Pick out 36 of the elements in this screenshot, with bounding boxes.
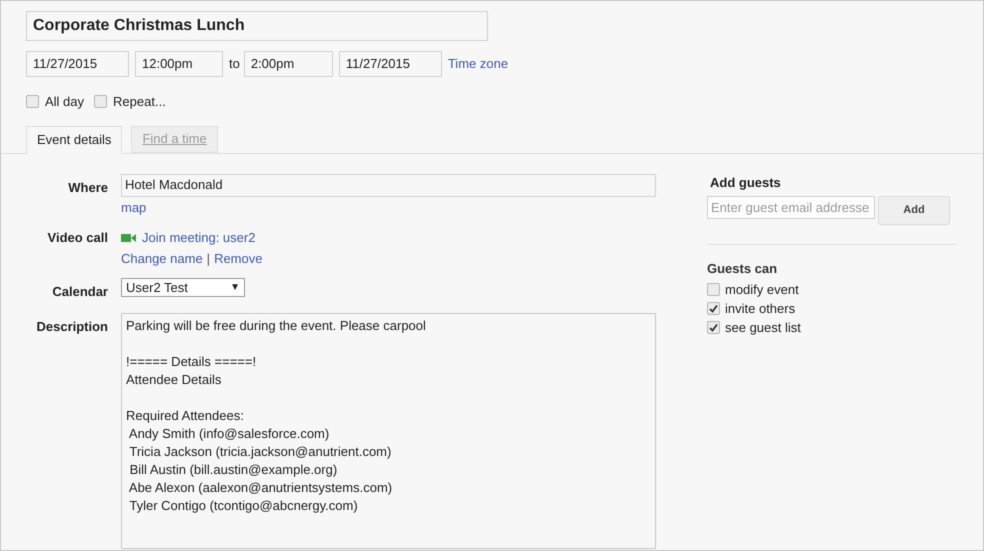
- field-label: Where: [67, 178, 108, 196]
- end-time-field[interactable]: 2:00pm: [244, 51, 333, 77]
- checkbox-label: Repeat...: [113, 93, 166, 111]
- description-field[interactable]: Parking will be free during the event. Please carpool !===== Details =====! Attendee Details Required Attendees: Andy Smith (info@salesforce.com) Tricia Jackson (tricia.jackson@anutrient.com) Bill Austin (bill.austin@example.org) Abe Alexon (aalexon@anutrientsystems.com) Tyler Contigo (tcontigo@abcnergy.com): [121, 312, 656, 548]
- checkbox[interactable]: [94, 95, 108, 108]
- checkbox[interactable]: [707, 321, 720, 334]
- checkbox[interactable]: [26, 95, 39, 108]
- start-date-field[interactable]: 11/27/2015: [26, 51, 129, 77]
- to-label: to: [229, 55, 240, 74]
- checkbox[interactable]: [707, 302, 720, 315]
- checkbox-label: invite others: [725, 300, 796, 318]
- checkbox[interactable]: [707, 283, 720, 296]
- checkbox-label: see guest list: [725, 318, 801, 337]
- video-camera-icon: [121, 232, 136, 243]
- title-field[interactable]: Corporate Christmas Lunch: [26, 11, 488, 41]
- join-meeting-link[interactable]: Join meeting: user2: [142, 228, 256, 248]
- remove-link[interactable]: Remove: [214, 248, 262, 268]
- checkbox-label: modify event: [725, 280, 799, 299]
- where-field[interactable]: Hotel Macdonald: [121, 174, 656, 196]
- end-date-field[interactable]: 11/27/2015: [338, 51, 442, 77]
- field-label: Video call: [46, 229, 108, 247]
- link-separator: |: [206, 250, 210, 268]
- caret-icon: ▼: [230, 280, 240, 295]
- add-button[interactable]: Add: [878, 196, 950, 225]
- section-title: Guests can: [707, 260, 778, 278]
- guest-email-field[interactable]: Enter guest email addresse: [707, 196, 875, 219]
- tab[interactable]: Event details: [26, 126, 122, 154]
- map-link[interactable]: map: [121, 198, 681, 217]
- calendar-dropdown[interactable]: User2 Test ▼: [121, 278, 245, 297]
- checkbox-label: All day: [45, 93, 84, 111]
- change-name-link[interactable]: Change name: [121, 248, 203, 268]
- start-time-field[interactable]: 12:00pm: [135, 51, 223, 77]
- section-title: Add guests: [710, 174, 782, 192]
- time-zone-link[interactable]: Time zone: [448, 54, 508, 74]
- field-label: Description: [35, 318, 108, 336]
- field-label: Calendar: [51, 283, 108, 301]
